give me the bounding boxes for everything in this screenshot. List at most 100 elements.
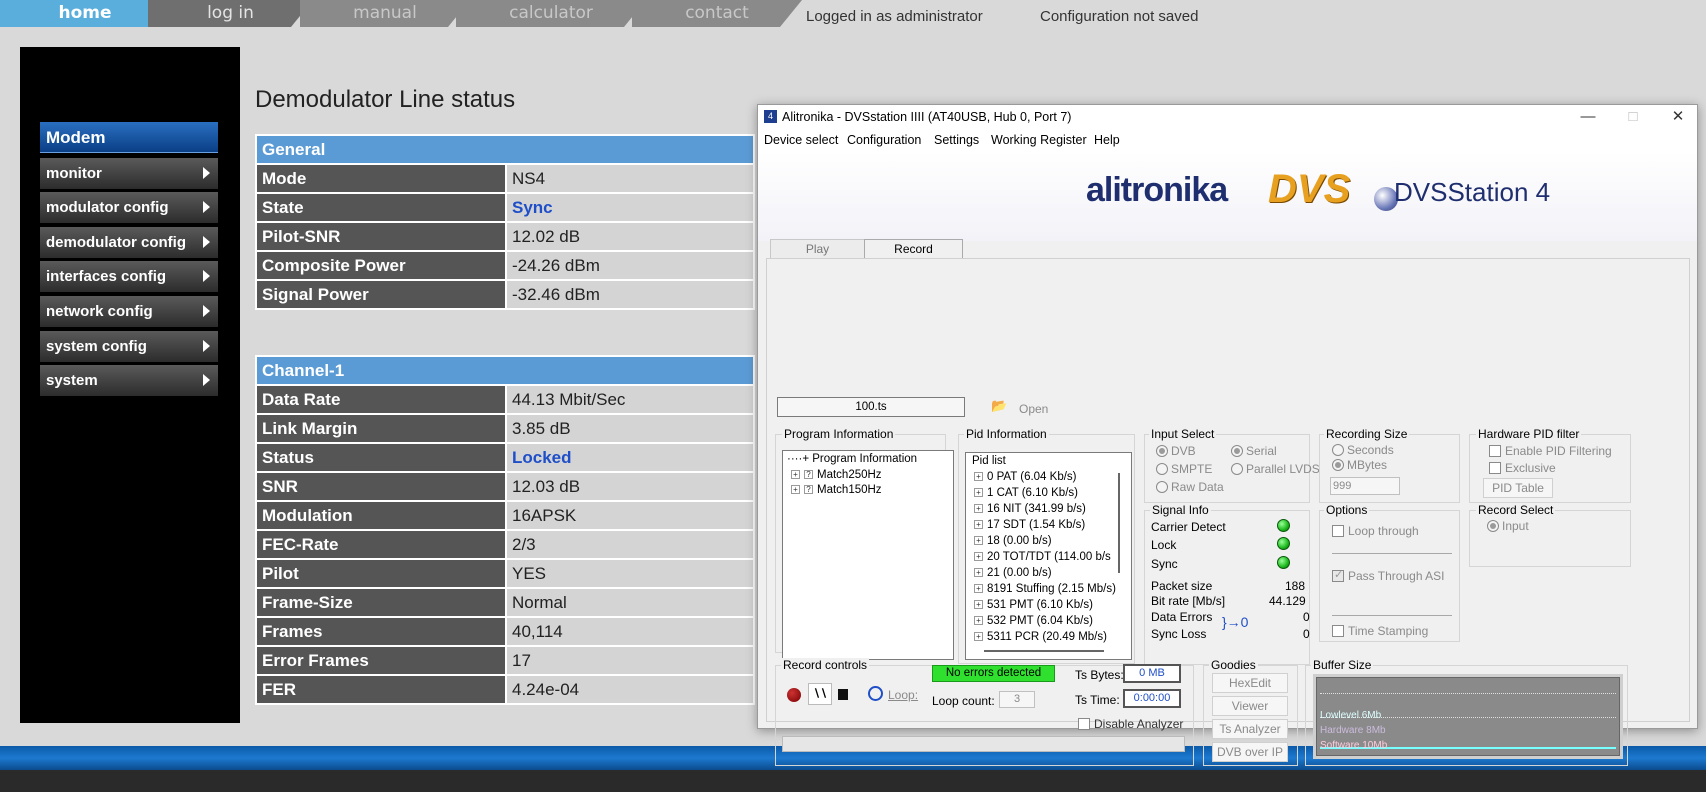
list-item[interactable]: +17 SDT (1.54 Kb/s) xyxy=(974,519,1085,531)
list-item[interactable]: +531 PMT (6.10 Kb/s) xyxy=(974,599,1093,611)
enable-pid-filtering-checkbox[interactable] xyxy=(1489,445,1501,457)
expand-icon[interactable]: + xyxy=(974,504,983,514)
pid-item-label: 20 TOT/TDT (114.00 b/s xyxy=(987,551,1111,563)
radio-input[interactable] xyxy=(1487,520,1499,532)
expand-icon[interactable]: + xyxy=(974,600,983,610)
chevron-right-icon xyxy=(203,374,210,386)
tab-play[interactable]: Play xyxy=(770,239,865,259)
tree-item[interactable]: +? Match250Hz xyxy=(791,469,882,481)
exclusive-checkbox[interactable] xyxy=(1489,462,1501,474)
sidebar-item-system[interactable]: system xyxy=(40,365,218,396)
pid-table-button[interactable]: PID Table xyxy=(1483,478,1553,498)
expand-icon[interactable]: + xyxy=(974,616,983,626)
table-row: State Sync xyxy=(257,194,753,221)
expand-icon[interactable]: + xyxy=(974,520,983,530)
sidebar-item-monitor[interactable]: monitor xyxy=(40,158,218,189)
tree-item[interactable]: +? Match150Hz xyxy=(791,484,882,496)
pause-icon[interactable]: ∖∖ xyxy=(808,683,832,705)
list-item[interactable]: +18 (0.00 b/s) xyxy=(974,535,1052,547)
table-row: Link Margin 3.85 dB xyxy=(257,415,753,442)
radio-seconds[interactable] xyxy=(1332,444,1344,456)
table-row: Error Frames 17 xyxy=(257,647,753,674)
menu-working-register[interactable]: Working Register xyxy=(991,133,1087,147)
ts-analyzer-button[interactable]: Ts Analyzer xyxy=(1212,719,1288,739)
tab-record[interactable]: Record xyxy=(864,239,963,259)
nav-tab-contact[interactable]: contact xyxy=(632,0,802,27)
window-titlebar[interactable]: 4 Alitronika - DVSstation IIII (AT40USB,… xyxy=(758,105,1697,129)
sidebar-item-system-config[interactable]: system config xyxy=(40,331,218,362)
expand-icon[interactable]: + xyxy=(974,632,983,642)
radio-smpte[interactable] xyxy=(1156,463,1168,475)
expand-icon[interactable]: + xyxy=(974,472,983,482)
record-icon[interactable] xyxy=(787,688,801,702)
list-item[interactable]: +20 TOT/TDT (114.00 b/s xyxy=(974,551,1111,563)
ts-bytes-label: Ts Bytes: xyxy=(1075,668,1124,682)
folder-open-icon[interactable]: 📂 xyxy=(991,398,1009,413)
radio-serial-label: Serial xyxy=(1246,444,1277,458)
radio-mbytes[interactable] xyxy=(1332,459,1344,471)
menu-help[interactable]: Help xyxy=(1094,133,1120,147)
list-item[interactable]: +1 CAT (6.10 Kb/s) xyxy=(974,487,1078,499)
radio-smpte-label: SMPTE xyxy=(1171,462,1213,476)
expand-icon[interactable]: + xyxy=(791,470,800,480)
recording-size-input[interactable]: 999 xyxy=(1330,477,1400,495)
radio-serial[interactable] xyxy=(1231,445,1243,457)
nav-tab-manual[interactable]: manual xyxy=(300,0,470,27)
hscrollbar[interactable] xyxy=(984,650,1104,652)
expand-icon[interactable]: + xyxy=(974,536,983,546)
row-value: Normal xyxy=(507,589,753,616)
sidebar-item-interfaces-config[interactable]: interfaces config xyxy=(40,261,218,292)
expand-icon[interactable]: + xyxy=(974,552,983,562)
loop-through-checkbox[interactable] xyxy=(1332,525,1344,537)
dvb-over-ip-button[interactable]: DVB over IP xyxy=(1212,742,1288,762)
minimize-icon[interactable]: — xyxy=(1568,107,1608,127)
row-value: 2/3 xyxy=(507,531,753,558)
hexedit-button[interactable]: HexEdit xyxy=(1212,673,1288,693)
expand-icon[interactable]: + xyxy=(974,584,983,594)
close-icon[interactable]: ✕ xyxy=(1658,107,1698,127)
list-item[interactable]: +5311 PCR (20.49 Mb/s) xyxy=(974,631,1107,643)
list-item[interactable]: +532 PMT (6.04 Kb/s) xyxy=(974,615,1093,627)
loop-icon[interactable] xyxy=(868,686,883,701)
list-item[interactable]: +16 NIT (341.99 b/s) xyxy=(974,503,1086,515)
packet-size-label: Packet size xyxy=(1151,579,1213,593)
sidebar-item-demodulator-config[interactable]: demodulator config xyxy=(40,227,218,258)
radio-parallel-lvds[interactable] xyxy=(1231,463,1243,475)
time-stamping-checkbox[interactable] xyxy=(1332,625,1344,637)
pass-through-asi-checkbox[interactable]: ✓ xyxy=(1332,569,1344,582)
nav-tab-calculator[interactable]: calculator xyxy=(456,0,646,27)
loop-count-stepper[interactable]: 3 xyxy=(999,691,1035,708)
table-row: Composite Power -24.26 dBm xyxy=(257,252,753,279)
menu-settings[interactable]: Settings xyxy=(934,133,979,147)
scrollbar[interactable] xyxy=(1118,473,1120,573)
radio-raw-data[interactable] xyxy=(1156,481,1168,493)
expand-icon[interactable]: + xyxy=(791,485,800,495)
menu-device-select[interactable]: Device select xyxy=(764,133,838,147)
record-panel: 100.ts 📂 Open Program Information ····+ … xyxy=(766,258,1690,766)
radio-dvb[interactable] xyxy=(1156,445,1168,457)
sidebar-item-network-config[interactable]: network config xyxy=(40,296,218,327)
general-heading: General xyxy=(257,136,753,163)
tree-root[interactable]: ····+ Program Information xyxy=(787,453,917,465)
table-row: Signal Power -32.46 dBm xyxy=(257,281,753,308)
row-value: YES xyxy=(507,560,753,587)
file-name-field[interactable]: 100.ts xyxy=(777,397,965,417)
viewer-button[interactable]: Viewer xyxy=(1212,696,1288,716)
nav-tab-login[interactable]: log in xyxy=(148,0,313,27)
sidebar-item-modulator-config[interactable]: modulator config xyxy=(40,192,218,223)
table-row: Pilot-SNR 12.02 dB xyxy=(257,223,753,250)
open-button[interactable]: Open xyxy=(1019,402,1048,416)
list-item[interactable]: +8191 Stuffing (2.15 Mb/s) xyxy=(974,583,1116,595)
maximize-icon[interactable]: □ xyxy=(1613,107,1653,127)
list-item[interactable]: +21 (0.00 b/s) xyxy=(974,567,1052,579)
expand-icon[interactable]: + xyxy=(974,488,983,498)
list-item[interactable]: +0 PAT (6.04 Kb/s) xyxy=(974,471,1076,483)
nav-tab-home[interactable]: home xyxy=(0,0,170,27)
menu-configuration[interactable]: Configuration xyxy=(847,133,921,147)
radio-input-label: Input xyxy=(1502,519,1529,533)
disable-analyzer-checkbox[interactable] xyxy=(1078,718,1090,730)
expand-icon[interactable]: + xyxy=(974,568,983,578)
reset-counters-button[interactable]: }→0 xyxy=(1222,614,1248,630)
pid-list: Pid list +0 PAT (6.04 Kb/s) +1 CAT (6.10… xyxy=(965,452,1132,660)
stop-icon[interactable] xyxy=(838,689,848,700)
